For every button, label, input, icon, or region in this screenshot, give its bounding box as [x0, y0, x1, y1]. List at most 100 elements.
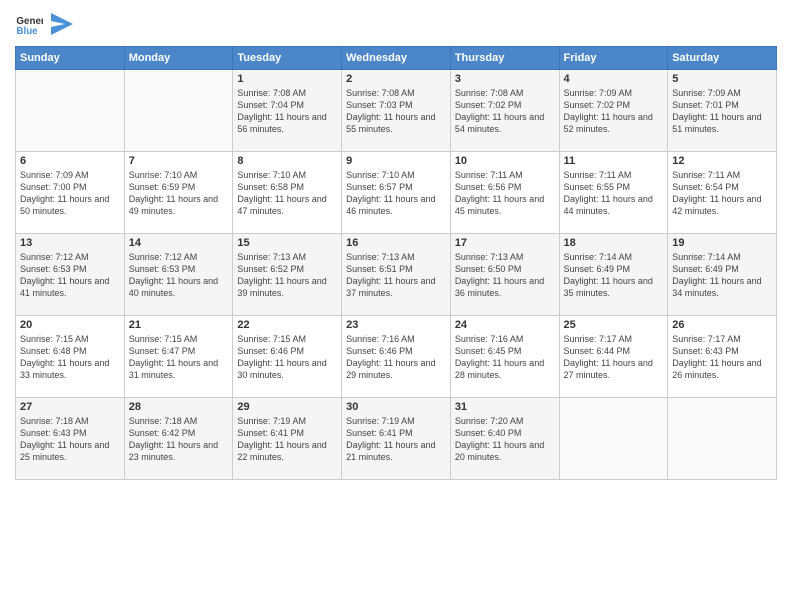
- week-row-3: 13 Sunrise: 7:12 AM Sunset: 6:53 PM Dayli…: [16, 234, 777, 316]
- day-info: Sunrise: 7:15 AM Sunset: 6:47 PM Dayligh…: [129, 333, 229, 382]
- day-cell: 22Sunrise: 7:15 AM Sunset: 6:46 PM Dayli…: [233, 316, 342, 398]
- day-cell: 2 Sunrise: 7:08 AM Sunset: 7:03 PM Daylig…: [342, 70, 451, 152]
- day-cell: 14 Sunrise: 7:12 AM Sunset: 6:53 PM Dayli…: [124, 234, 233, 316]
- day-number: 16: [346, 237, 446, 249]
- svg-text:Blue: Blue: [16, 26, 38, 37]
- logo: General Blue: [15, 10, 73, 38]
- day-cell: 12 Sunrise: 7:11 AM Sunset: 6:54 PM Dayli…: [668, 152, 777, 234]
- day-cell: 17 Sunrise: 7:13 AM Sunset: 6:50 PM Dayli…: [450, 234, 559, 316]
- day-info: Sunrise: 7:15 AM Sunset: 6:46 PM Dayligh…: [237, 333, 337, 382]
- day-info: Sunrise: 7:08 AM Sunset: 7:03 PM Dayligh…: [346, 87, 446, 136]
- day-number: 18: [564, 237, 664, 249]
- header: General Blue: [15, 10, 777, 38]
- day-number: 30: [346, 401, 446, 413]
- weekday-header-sunday: Sunday: [16, 47, 125, 70]
- day-cell: 20 Sunrise: 7:15 AM Sunset: 6:48 PM Dayli…: [16, 316, 125, 398]
- day-info: Sunrise: 7:12 AM Sunset: 6:53 PM Dayligh…: [20, 251, 120, 300]
- day-number: 9: [346, 155, 446, 167]
- day-info: Sunrise: 7:13 AM Sunset: 6:51 PM Dayligh…: [346, 251, 446, 300]
- day-cell: 31 Sunrise: 7:20 AM Sunset: 6:40 PM Dayli…: [450, 398, 559, 480]
- day-cell: 3 Sunrise: 7:08 AM Sunset: 7:02 PM Daylig…: [450, 70, 559, 152]
- weekday-header-tuesday: Tuesday: [233, 47, 342, 70]
- weekday-header-friday: Friday: [559, 47, 668, 70]
- day-info: Sunrise: 7:09 AM Sunset: 7:00 PM Dayligh…: [20, 169, 120, 218]
- day-info: Sunrise: 7:10 AM Sunset: 6:59 PM Dayligh…: [129, 169, 229, 218]
- day-number: 3: [455, 73, 555, 85]
- weekday-header-row: SundayMondayTuesdayWednesdayThursdayFrid…: [16, 47, 777, 70]
- day-cell: 28 Sunrise: 7:18 AM Sunset: 6:42 PM Dayli…: [124, 398, 233, 480]
- day-cell: [559, 398, 668, 480]
- day-info: Sunrise: 7:15 AM Sunset: 6:48 PM Dayligh…: [20, 333, 120, 382]
- day-info: Sunrise: 7:13 AM Sunset: 6:52 PM Dayligh…: [237, 251, 337, 300]
- day-number: 27: [20, 401, 120, 413]
- calendar-page: General Blue SundayMondayTuesdayWednesda…: [0, 0, 792, 612]
- day-cell: 24 Sunrise: 7:16 AM Sunset: 6:45 PM Dayli…: [450, 316, 559, 398]
- day-info: Sunrise: 7:08 AM Sunset: 7:02 PM Dayligh…: [455, 87, 555, 136]
- day-info: Sunrise: 7:14 AM Sunset: 6:49 PM Dayligh…: [564, 251, 664, 300]
- day-info: Sunrise: 7:08 AM Sunset: 7:04 PM Dayligh…: [237, 87, 337, 136]
- day-info: Sunrise: 7:12 AM Sunset: 6:53 PM Dayligh…: [129, 251, 229, 300]
- day-number: 2: [346, 73, 446, 85]
- day-info: Sunrise: 7:09 AM Sunset: 7:01 PM Dayligh…: [672, 87, 772, 136]
- day-cell: [668, 398, 777, 480]
- day-number: 28: [129, 401, 229, 413]
- day-cell: 26Sunrise: 7:17 AM Sunset: 6:43 PM Dayli…: [668, 316, 777, 398]
- day-cell: 8 Sunrise: 7:10 AM Sunset: 6:58 PM Daylig…: [233, 152, 342, 234]
- day-info: Sunrise: 7:11 AM Sunset: 6:54 PM Dayligh…: [672, 169, 772, 218]
- day-info: Sunrise: 7:14 AM Sunset: 6:49 PM Dayligh…: [672, 251, 772, 300]
- day-cell: 30Sunrise: 7:19 AM Sunset: 6:41 PM Dayli…: [342, 398, 451, 480]
- day-number: 19: [672, 237, 772, 249]
- day-info: Sunrise: 7:09 AM Sunset: 7:02 PM Dayligh…: [564, 87, 664, 136]
- day-cell: 16 Sunrise: 7:13 AM Sunset: 6:51 PM Dayli…: [342, 234, 451, 316]
- day-number: 10: [455, 155, 555, 167]
- week-row-1: 1 Sunrise: 7:08 AM Sunset: 7:04 PM Daylig…: [16, 70, 777, 152]
- week-row-2: 6 Sunrise: 7:09 AM Sunset: 7:00 PM Daylig…: [16, 152, 777, 234]
- day-number: 25: [564, 319, 664, 331]
- day-info: Sunrise: 7:16 AM Sunset: 6:45 PM Dayligh…: [455, 333, 555, 382]
- day-number: 14: [129, 237, 229, 249]
- day-cell: [124, 70, 233, 152]
- day-info: Sunrise: 7:10 AM Sunset: 6:58 PM Dayligh…: [237, 169, 337, 218]
- day-cell: 15 Sunrise: 7:13 AM Sunset: 6:52 PM Dayli…: [233, 234, 342, 316]
- calendar-table: SundayMondayTuesdayWednesdayThursdayFrid…: [15, 46, 777, 480]
- day-number: 31: [455, 401, 555, 413]
- day-number: 17: [455, 237, 555, 249]
- day-info: Sunrise: 7:16 AM Sunset: 6:46 PM Dayligh…: [346, 333, 446, 382]
- day-number: 21: [129, 319, 229, 331]
- day-number: 8: [237, 155, 337, 167]
- day-cell: 1 Sunrise: 7:08 AM Sunset: 7:04 PM Daylig…: [233, 70, 342, 152]
- day-cell: 19 Sunrise: 7:14 AM Sunset: 6:49 PM Dayli…: [668, 234, 777, 316]
- day-number: 6: [20, 155, 120, 167]
- weekday-header-saturday: Saturday: [668, 47, 777, 70]
- day-cell: 29Sunrise: 7:19 AM Sunset: 6:41 PM Dayli…: [233, 398, 342, 480]
- day-info: Sunrise: 7:20 AM Sunset: 6:40 PM Dayligh…: [455, 415, 555, 464]
- day-number: 20: [20, 319, 120, 331]
- day-number: 24: [455, 319, 555, 331]
- day-number: 13: [20, 237, 120, 249]
- day-number: 15: [237, 237, 337, 249]
- day-cell: [16, 70, 125, 152]
- day-info: Sunrise: 7:18 AM Sunset: 6:43 PM Dayligh…: [20, 415, 120, 464]
- day-number: 26: [672, 319, 772, 331]
- day-cell: 7 Sunrise: 7:10 AM Sunset: 6:59 PM Daylig…: [124, 152, 233, 234]
- day-cell: 4 Sunrise: 7:09 AM Sunset: 7:02 PM Daylig…: [559, 70, 668, 152]
- day-cell: 11Sunrise: 7:11 AM Sunset: 6:55 PM Dayli…: [559, 152, 668, 234]
- day-number: 5: [672, 73, 772, 85]
- day-cell: 5 Sunrise: 7:09 AM Sunset: 7:01 PM Daylig…: [668, 70, 777, 152]
- day-number: 4: [564, 73, 664, 85]
- day-cell: 25Sunrise: 7:17 AM Sunset: 6:44 PM Dayli…: [559, 316, 668, 398]
- logo-arrow-icon: [51, 13, 73, 35]
- weekday-header-wednesday: Wednesday: [342, 47, 451, 70]
- day-cell: 23 Sunrise: 7:16 AM Sunset: 6:46 PM Dayli…: [342, 316, 451, 398]
- day-cell: 21 Sunrise: 7:15 AM Sunset: 6:47 PM Dayli…: [124, 316, 233, 398]
- day-info: Sunrise: 7:19 AM Sunset: 6:41 PM Dayligh…: [237, 415, 337, 464]
- day-number: 1: [237, 73, 337, 85]
- week-row-5: 27 Sunrise: 7:18 AM Sunset: 6:43 PM Dayli…: [16, 398, 777, 480]
- day-number: 7: [129, 155, 229, 167]
- day-info: Sunrise: 7:13 AM Sunset: 6:50 PM Dayligh…: [455, 251, 555, 300]
- day-cell: 6 Sunrise: 7:09 AM Sunset: 7:00 PM Daylig…: [16, 152, 125, 234]
- day-info: Sunrise: 7:18 AM Sunset: 6:42 PM Dayligh…: [129, 415, 229, 464]
- day-cell: 9Sunrise: 7:10 AM Sunset: 6:57 PM Daylig…: [342, 152, 451, 234]
- day-number: 12: [672, 155, 772, 167]
- day-number: 23: [346, 319, 446, 331]
